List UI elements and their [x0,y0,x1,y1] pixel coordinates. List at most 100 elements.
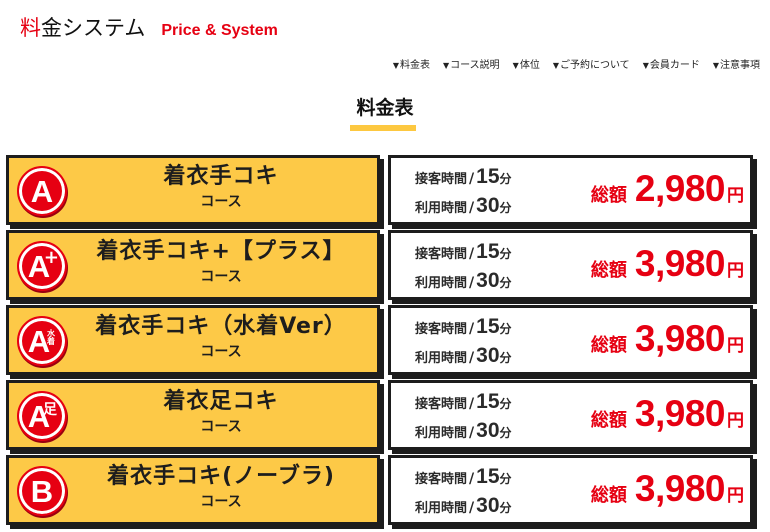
price-row: A 足 着衣足コキ コース 接客時間/15分 利用時間/30分 総額 3,980… [0,380,770,452]
nav-link-price-table[interactable]: ▼料金表 [393,56,430,71]
course-badge-icon: A + [17,241,67,291]
usage-time: 利用時間/30分 [415,418,512,447]
price-row: A 水着 着衣手コキ（水着Ver） コース 接客時間/15分 利用時間/30分 … [0,305,770,377]
minute-unit: 分 [499,172,512,186]
usage-time-value: 30 [476,419,500,442]
yen-unit: 円 [727,486,744,506]
course-times: 接客時間/15分 利用時間/30分 [415,464,512,522]
page-title-accent: 料 [20,16,41,40]
total-price-label: 総額 [590,485,627,506]
usage-time: 利用時間/30分 [415,193,512,222]
minute-unit: 分 [499,501,512,515]
page-subtitle: Price & System [161,22,278,39]
usage-time: 利用時間/30分 [415,268,512,297]
slash: / [469,425,475,441]
total-price-value: 3,980 [634,243,726,284]
course-box: A + 着衣手コキ+【プラス】 コース [6,230,380,300]
slash: / [469,321,475,337]
price-row: A + 着衣手コキ+【プラス】 コース 接客時間/15分 利用時間/30分 総額… [0,230,770,302]
course-name: 着衣手コキ(ノーブラ) [107,464,335,489]
triangle-down-icon: ▼ [443,61,450,70]
service-time-value: 15 [476,315,500,338]
total-price: 総額 3,980 円 [591,393,744,435]
total-price-value: 3,980 [634,318,726,359]
triangle-down-icon: ▼ [552,61,559,70]
course-badge-icon: A 足 [17,391,67,441]
minute-unit: 分 [499,351,512,365]
total-price-value: 3,980 [634,393,726,434]
minute-unit: 分 [499,276,512,290]
slash: / [469,171,475,187]
total-price-value: 2,980 [634,168,726,209]
course-box: A 着衣手コキ コース [6,155,380,225]
minute-unit: 分 [499,426,512,440]
nav-link-member-card[interactable]: ▼会員カード [643,56,700,71]
total-price: 総額 2,980 円 [591,168,744,210]
course-name: 着衣手コキ+【プラス】 [96,239,346,264]
service-time: 接客時間/15分 [415,464,512,493]
course-badge-icon: B [17,466,67,516]
total-price: 総額 3,980 円 [591,318,744,360]
nav-link-course-description[interactable]: ▼コース説明 [443,56,500,71]
yen-unit: 円 [727,186,744,206]
usage-time-label: 利用時間 [415,201,468,216]
page-title: 料金システム [20,12,145,42]
total-price: 総額 3,980 円 [591,243,744,285]
course-suffix: コース [200,194,242,210]
usage-time-label: 利用時間 [415,426,468,441]
triangle-down-icon: ▼ [512,61,519,70]
course-times: 接客時間/15分 利用時間/30分 [415,314,512,372]
yen-unit: 円 [727,261,744,281]
total-price-label: 総額 [590,260,627,281]
section-title-underline [350,125,416,131]
course-suffix: コース [200,494,242,510]
course-name: 着衣手コキ（水着Ver） [95,314,347,339]
price-box: 接客時間/15分 利用時間/30分 総額 2,980 円 [388,155,753,225]
usage-time-label: 利用時間 [415,351,468,366]
section-title: 料金表 [356,97,414,119]
course-name: 着衣手コキ [163,164,279,189]
price-box: 接客時間/15分 利用時間/30分 総額 3,980 円 [388,380,753,450]
usage-time: 利用時間/30分 [415,343,512,372]
badge-superscript: 水着 [47,329,55,347]
price-row: B 着衣手コキ(ノーブラ) コース 接客時間/15分 利用時間/30分 総額 3… [0,455,770,527]
badge-letter: A [30,173,54,209]
slash: / [469,500,475,516]
nav-link-notes[interactable]: ▼注意事項 [713,56,760,71]
slash: / [469,200,475,216]
price-row: A 着衣手コキ コース 接客時間/15分 利用時間/30分 総額 2,980 円 [0,155,770,227]
slash: / [469,396,475,412]
page-title-rest: 金システム [41,16,146,40]
minute-unit: 分 [499,397,512,411]
nav-link-positions[interactable]: ▼体位 [513,56,540,71]
service-time-value: 15 [476,240,500,263]
service-time: 接客時間/15分 [415,389,512,418]
price-box: 接客時間/15分 利用時間/30分 総額 3,980 円 [388,305,753,375]
usage-time-label: 利用時間 [415,501,468,516]
nav-link-reservation[interactable]: ▼ご予約について [553,56,630,71]
service-time: 接客時間/15分 [415,314,512,343]
anchor-nav: ▼料金表 ▼コース説明 ▼体位 ▼ご予約について ▼会員カード ▼注意事項 [393,56,760,71]
service-time: 接客時間/15分 [415,239,512,268]
minute-unit: 分 [499,322,512,336]
minute-unit: 分 [499,247,512,261]
service-time-label: 接客時間 [415,322,468,337]
total-price-label: 総額 [590,185,627,206]
slash: / [469,275,475,291]
slash: / [469,246,475,262]
course-badge-icon: A 水着 [17,316,67,366]
course-badge-icon: A [17,166,67,216]
usage-time-label: 利用時間 [415,276,468,291]
total-price-label: 総額 [590,410,627,431]
triangle-down-icon: ▼ [392,61,400,70]
badge-superscript: + [43,247,59,268]
minute-unit: 分 [499,201,512,215]
nav-link-label: 体位 [519,60,540,71]
service-time-label: 接客時間 [415,247,468,262]
price-box: 接客時間/15分 利用時間/30分 総額 3,980 円 [388,455,753,525]
nav-link-label: 料金表 [400,60,431,71]
badge-letter: B [30,473,54,509]
course-box: B 着衣手コキ(ノーブラ) コース [6,455,380,525]
course-times: 接客時間/15分 利用時間/30分 [415,389,512,447]
service-time: 接客時間/15分 [415,164,512,193]
